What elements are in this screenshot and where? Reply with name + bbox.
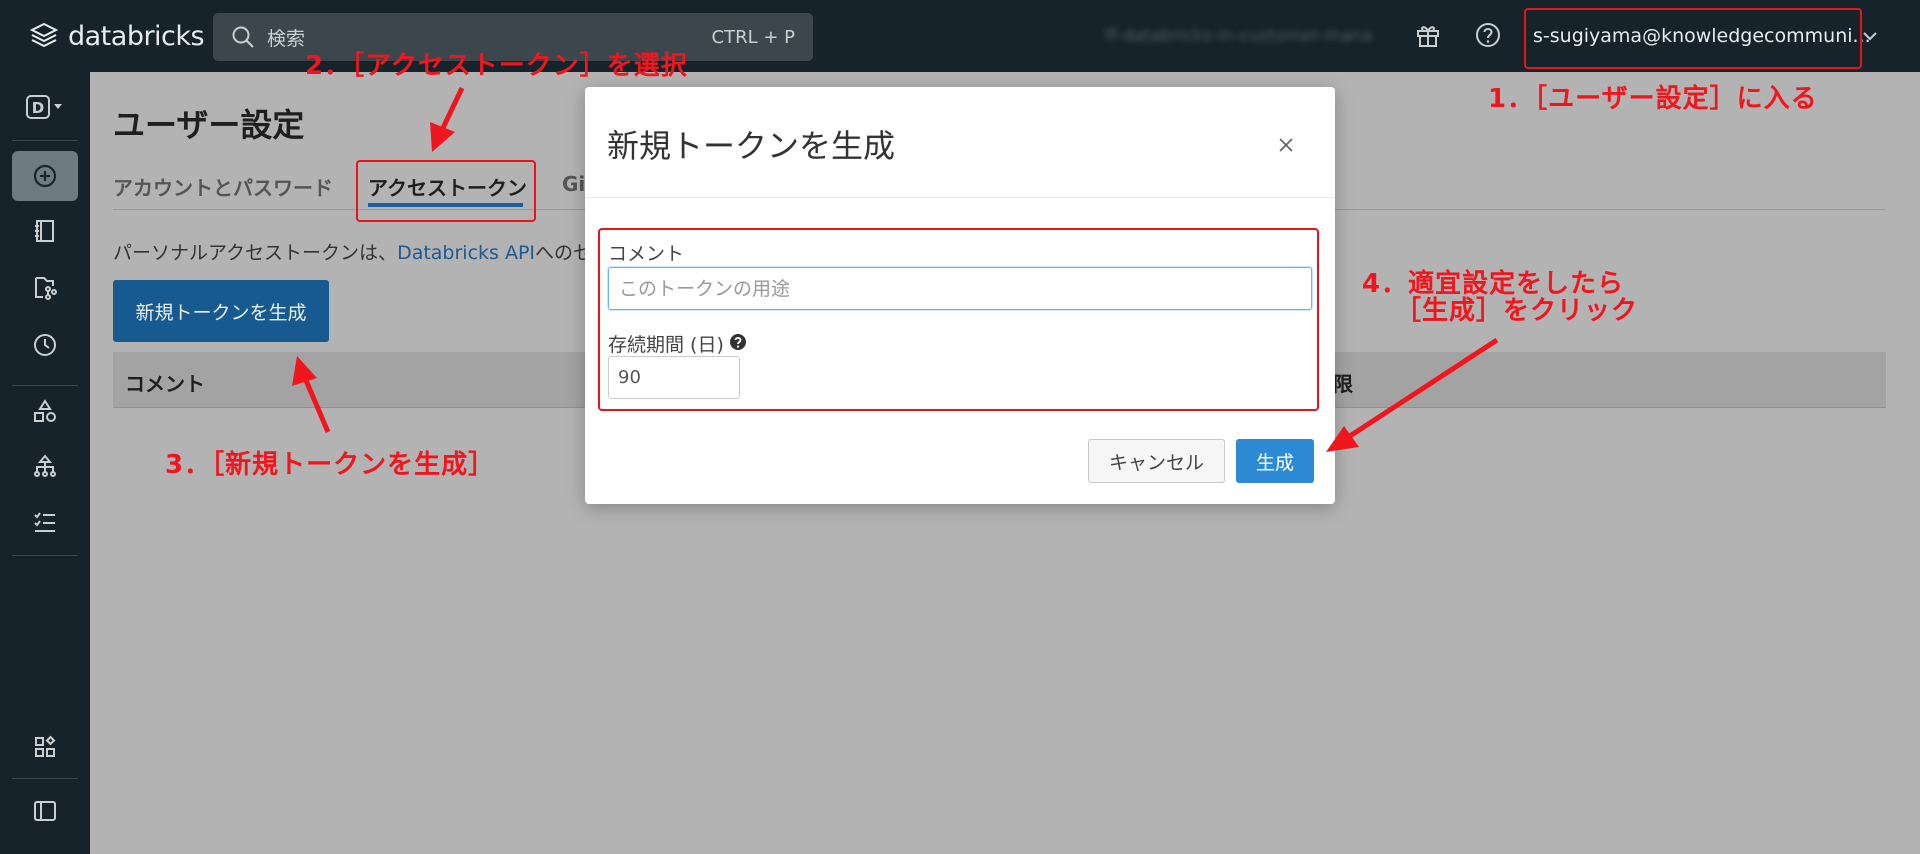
sidebar-collapse-toggle[interactable]: [12, 786, 78, 836]
help-icon[interactable]: [1474, 21, 1502, 49]
tab-account-password[interactable]: アカウントとパスワード: [113, 172, 333, 201]
tokens-description: パーソナルアクセストークンは、Databricks APIへのセ: [113, 238, 592, 265]
annotation-step-4-line2: ［生成］をクリック: [1395, 296, 1639, 326]
sidebar-item-data[interactable]: [12, 386, 78, 436]
sidebar-item-compute[interactable]: [12, 441, 78, 491]
partner-connect-icon: [35, 735, 56, 757]
checklist-icon: [34, 512, 55, 532]
sidebar-divider: [12, 555, 78, 556]
sidebar-collapse-icon: [34, 801, 56, 821]
annotation-highlight-access-token-tab: [356, 160, 536, 222]
cancel-button[interactable]: キャンセル: [1088, 439, 1225, 483]
annotation-step-2: 2．［アクセストークン］を選択: [305, 51, 688, 81]
logo-text: databricks: [68, 20, 205, 52]
databricks-logo[interactable]: databricks: [28, 20, 205, 52]
sidebar-divider: [12, 778, 78, 779]
workspace-badge-icon: D: [26, 95, 62, 119]
annotation-highlight-user-menu: [1524, 8, 1862, 69]
description-suffix: へのセ: [535, 242, 593, 264]
plus-circle-icon: [33, 164, 57, 188]
sidebar-item-recents[interactable]: [12, 320, 78, 370]
cluster-icon: [34, 454, 56, 477]
annotation-step-3: 3．［新規トークンを生成］: [165, 450, 496, 480]
databricks-api-link[interactable]: Databricks API: [397, 242, 535, 264]
close-icon[interactable]: [1275, 134, 1297, 156]
generate-button[interactable]: 生成: [1236, 439, 1314, 483]
search-shortcut: CTRL + P: [711, 27, 795, 48]
dialog-header-divider: [585, 197, 1335, 198]
search-icon: [232, 26, 254, 48]
annotation-step-1: 1．［ユーザー設定］に入る: [1488, 84, 1818, 114]
notebook-icon: [35, 220, 54, 242]
annotation-arrow-step-2: [430, 86, 465, 152]
databricks-logo-icon: [29, 22, 59, 48]
column-header-comment: コメント: [125, 372, 205, 396]
annotation-highlight-form: [598, 228, 1319, 411]
description-prefix: パーソナルアクセストークンは、: [113, 242, 398, 264]
sidebar: D: [0, 72, 90, 854]
workspace-badge-letter: D: [32, 99, 44, 117]
repos-icon: [35, 277, 57, 300]
workspace-switcher[interactable]: D: [12, 82, 78, 132]
search-placeholder: 検索: [267, 28, 306, 50]
clock-icon: [34, 334, 56, 356]
sidebar-item-repos[interactable]: [12, 263, 78, 313]
page-title: ユーザー設定: [113, 106, 305, 144]
sidebar-item-new[interactable]: [12, 151, 78, 201]
sidebar-item-jobs[interactable]: [12, 497, 78, 547]
chevron-down-icon[interactable]: [1862, 30, 1878, 42]
shapes-icon: [34, 399, 56, 422]
column-header-expiry: 限: [1333, 372, 1353, 396]
generate-new-token-button[interactable]: 新規トークンを生成: [113, 280, 329, 342]
workspace-name[interactable]: ff-databricks-in-customer-mana: [1105, 26, 1395, 46]
dialog-title: 新規トークンを生成: [607, 127, 896, 165]
sidebar-item-workspace[interactable]: [12, 206, 78, 256]
sidebar-divider: [12, 140, 78, 141]
sidebar-item-partner-connect[interactable]: [12, 722, 78, 772]
gift-icon[interactable]: [1415, 22, 1441, 48]
